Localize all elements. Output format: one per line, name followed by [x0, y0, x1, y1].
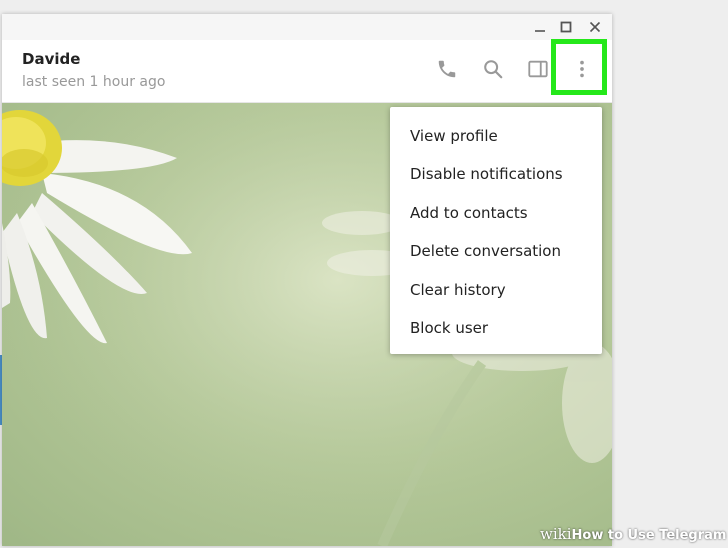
menu-item-block-user[interactable]: Block user [390, 309, 602, 347]
phone-icon[interactable] [434, 56, 460, 82]
chat-options-menu: View profile Disable notifications Add t… [390, 107, 602, 354]
menu-item-disable-notifications[interactable]: Disable notifications [390, 155, 602, 193]
wikihow-watermark: wikiHow to Use Telegram [536, 522, 728, 546]
contact-status: last seen 1 hour ago [22, 74, 166, 90]
watermark-brand: wiki [540, 525, 572, 543]
search-icon[interactable] [480, 56, 506, 82]
watermark-title: How to Use Telegram [571, 528, 727, 543]
menu-item-clear-history[interactable]: Clear history [390, 271, 602, 309]
maximize-icon[interactable] [556, 18, 576, 36]
chat-header: Davide last seen 1 hour ago [2, 40, 612, 103]
window-titlebar [2, 14, 612, 40]
sidebar-toggle-icon[interactable] [525, 56, 551, 82]
menu-item-delete-conversation[interactable]: Delete conversation [390, 232, 602, 270]
more-button-highlight [551, 39, 607, 95]
close-icon[interactable] [585, 18, 605, 36]
menu-item-add-to-contacts[interactable]: Add to contacts [390, 194, 602, 232]
minimize-icon[interactable] [530, 18, 550, 36]
contact-name[interactable]: Davide [22, 50, 80, 68]
telegram-window: Davide last seen 1 hour ago View profile… [2, 14, 612, 546]
menu-item-view-profile[interactable]: View profile [390, 117, 602, 155]
